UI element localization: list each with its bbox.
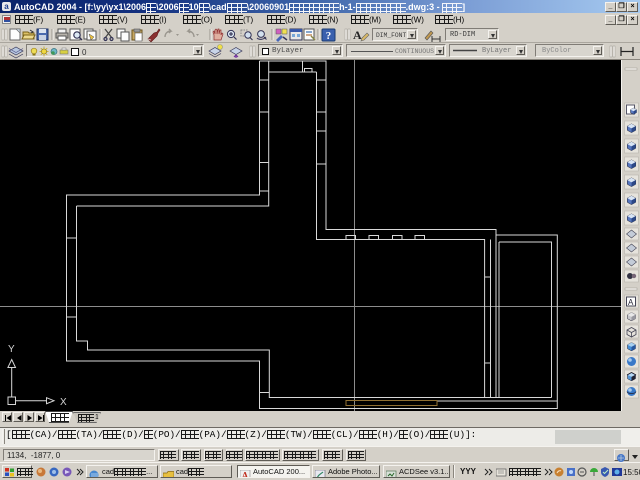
svg-text:A: A (628, 298, 634, 307)
svg-text:X: X (60, 397, 67, 408)
svg-text:A: A (353, 28, 362, 42)
svg-text:A: A (242, 471, 249, 479)
svg-text:Y: Y (8, 344, 15, 355)
svg-text:0: 0 (82, 48, 87, 57)
svg-text:?: ? (326, 30, 332, 42)
